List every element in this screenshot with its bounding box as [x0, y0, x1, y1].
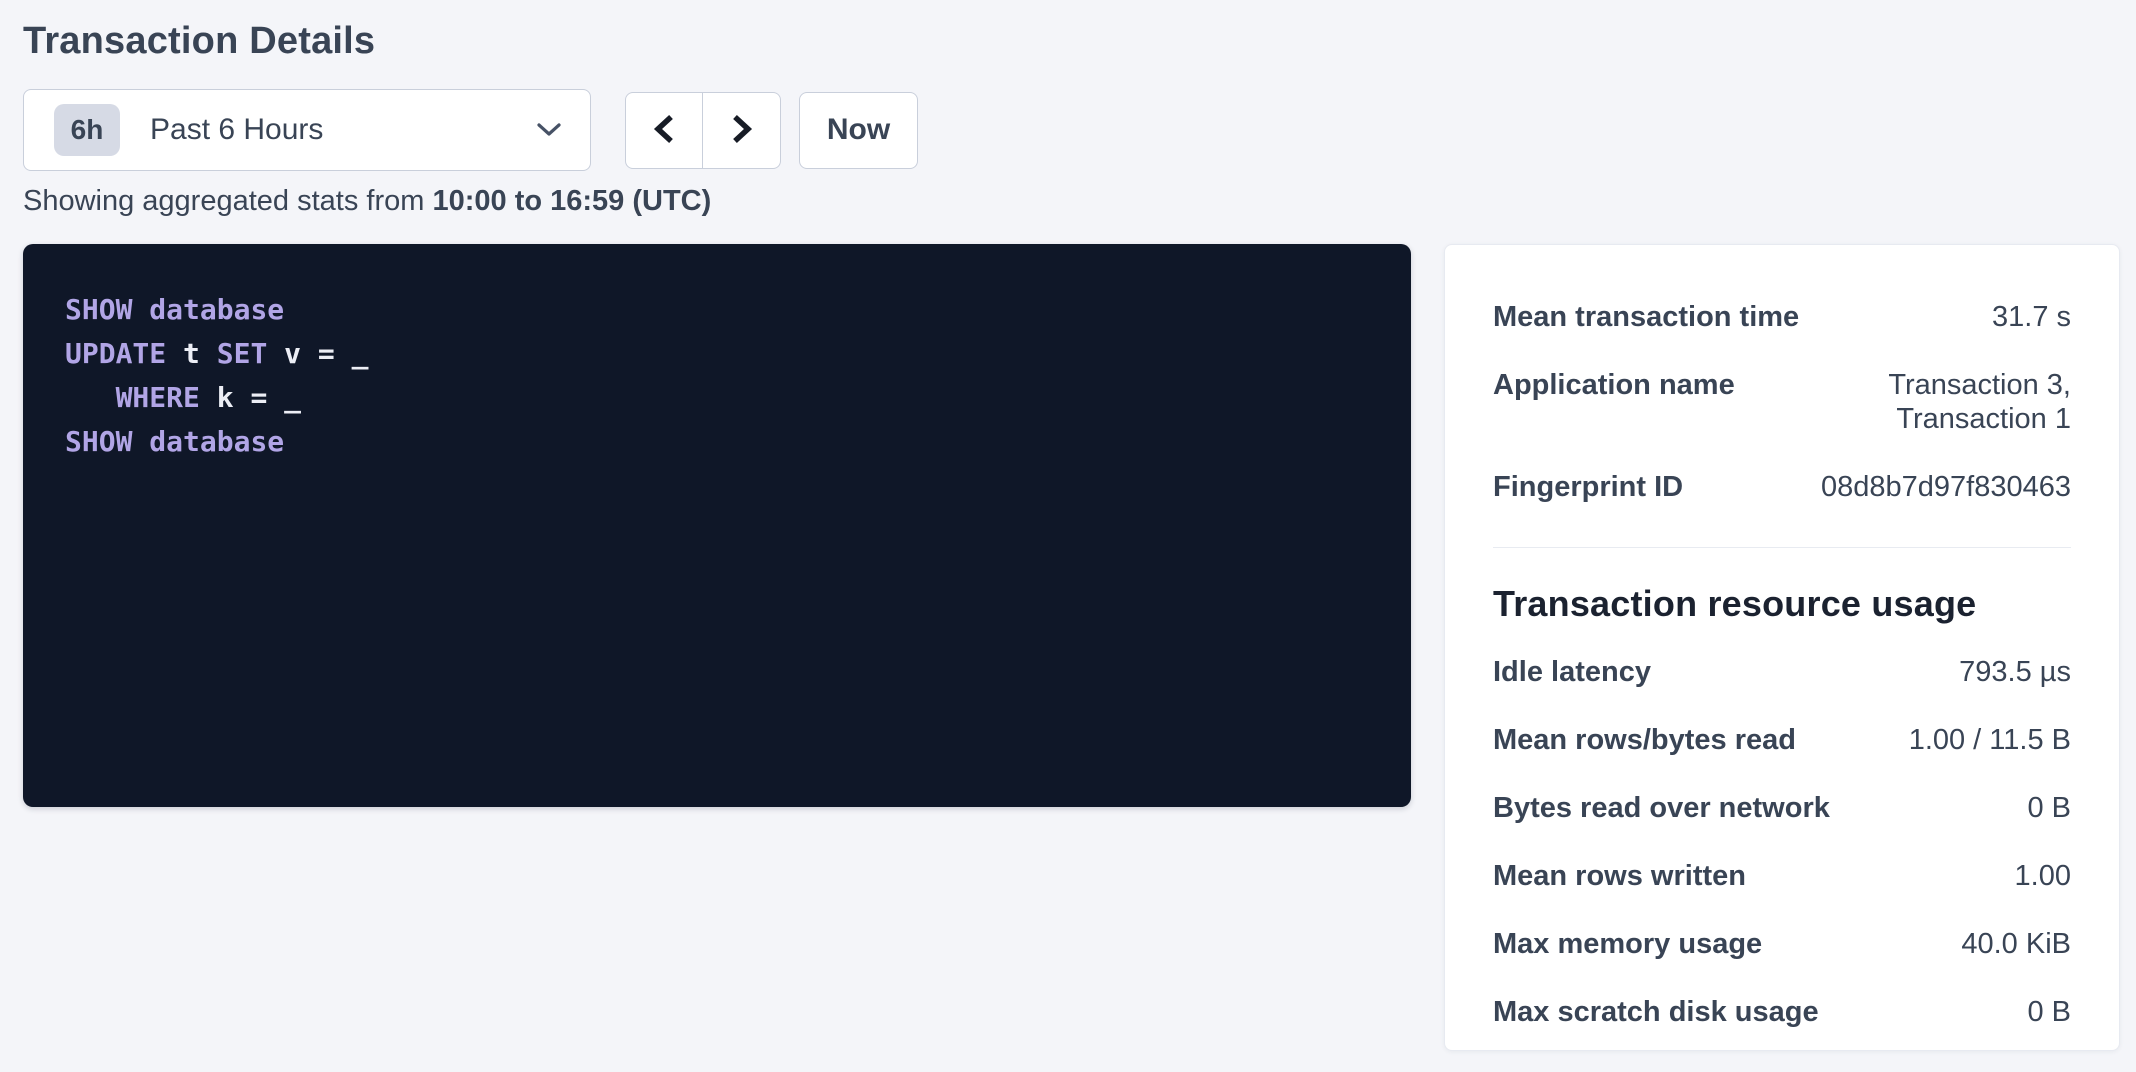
summary-rows: Mean transaction time 31.7 s Application… — [1493, 283, 2071, 521]
detail-row-label: Max memory usage — [1493, 927, 1786, 961]
detail-row-label: Mean transaction time — [1493, 300, 1823, 334]
detail-row-label: Mean rows written — [1493, 859, 1770, 893]
previous-interval-button[interactable] — [625, 92, 703, 169]
detail-row-label: Application name — [1493, 368, 1759, 402]
sql-code-block: SHOW databaseUPDATE t SET v = _ WHERE k … — [23, 244, 1411, 807]
detail-row: Fingerprint ID 08d8b7d97f830463 — [1493, 453, 2071, 521]
detail-row-value: 08d8b7d97f830463 — [1821, 470, 2071, 504]
detail-row: Bytes read over network 0 B — [1493, 774, 2071, 842]
chevron-down-icon — [536, 122, 562, 138]
detail-row-label: Max scratch disk usage — [1493, 995, 1843, 1029]
detail-row-label: Idle latency — [1493, 655, 1675, 689]
detail-row: Application name Transaction 3, Transact… — [1493, 351, 2071, 453]
detail-row-value: 40.0 KiB — [1961, 927, 2071, 961]
chevron-left-icon — [651, 112, 677, 149]
detail-row-value: 0 B — [2027, 995, 2071, 1029]
detail-row-label: Mean rows/bytes read — [1493, 723, 1820, 757]
detail-row-value: 1.00 — [2015, 859, 2071, 893]
detail-row-value: 31.7 s — [1992, 300, 2071, 334]
page-title: Transaction Details — [23, 20, 2120, 63]
resource-usage-heading: Transaction resource usage — [1493, 582, 2071, 626]
detail-row-label: Fingerprint ID — [1493, 470, 1707, 504]
detail-row: Max scratch disk usage 0 B — [1493, 978, 2071, 1046]
now-button[interactable]: Now — [799, 92, 918, 169]
subtitle-time-range: 10:00 to 16:59 (UTC) — [432, 185, 711, 217]
sql-line: WHERE k = _ — [65, 376, 1369, 420]
next-interval-button[interactable] — [703, 92, 781, 169]
transaction-details-page: Transaction Details 6h Past 6 Hours Now — [0, 0, 2136, 1051]
time-nav-group — [625, 92, 781, 169]
time-range-dropdown[interactable]: 6h Past 6 Hours — [23, 89, 591, 171]
time-range-label: Past 6 Hours — [150, 113, 323, 147]
detail-row: Max memory usage 40.0 KiB — [1493, 910, 2071, 978]
sql-line: SHOW database — [65, 420, 1369, 464]
detail-row-value: Transaction 3, Transaction 1 — [1759, 368, 2071, 436]
resource-rows: Idle latency 793.5 µs Mean rows/bytes re… — [1493, 638, 2071, 1046]
transaction-details-card: Mean transaction time 31.7 s Application… — [1444, 244, 2120, 1051]
main-content: SHOW databaseUPDATE t SET v = _ WHERE k … — [23, 244, 2120, 1051]
detail-row: Mean rows/bytes read 1.00 / 11.5 B — [1493, 706, 2071, 774]
sql-line: SHOW database — [65, 288, 1369, 332]
subtitle-prefix: Showing aggregated stats from — [23, 185, 432, 217]
detail-row: Mean transaction time 31.7 s — [1493, 283, 2071, 351]
detail-row-label: Bytes read over network — [1493, 791, 1854, 825]
detail-row-value: 0 B — [2027, 791, 2071, 825]
detail-row-value: 793.5 µs — [1959, 655, 2071, 689]
card-divider — [1493, 547, 2071, 548]
sql-line: UPDATE t SET v = _ — [65, 332, 1369, 376]
detail-row-value: 1.00 / 11.5 B — [1909, 723, 2071, 757]
time-range-badge: 6h — [54, 104, 120, 156]
aggregation-subtitle: Showing aggregated stats from 10:00 to 1… — [23, 185, 2120, 218]
chevron-right-icon — [729, 112, 755, 149]
time-controls: 6h Past 6 Hours Now — [23, 89, 2120, 171]
detail-row: Mean rows written 1.00 — [1493, 842, 2071, 910]
detail-row: Idle latency 793.5 µs — [1493, 638, 2071, 706]
